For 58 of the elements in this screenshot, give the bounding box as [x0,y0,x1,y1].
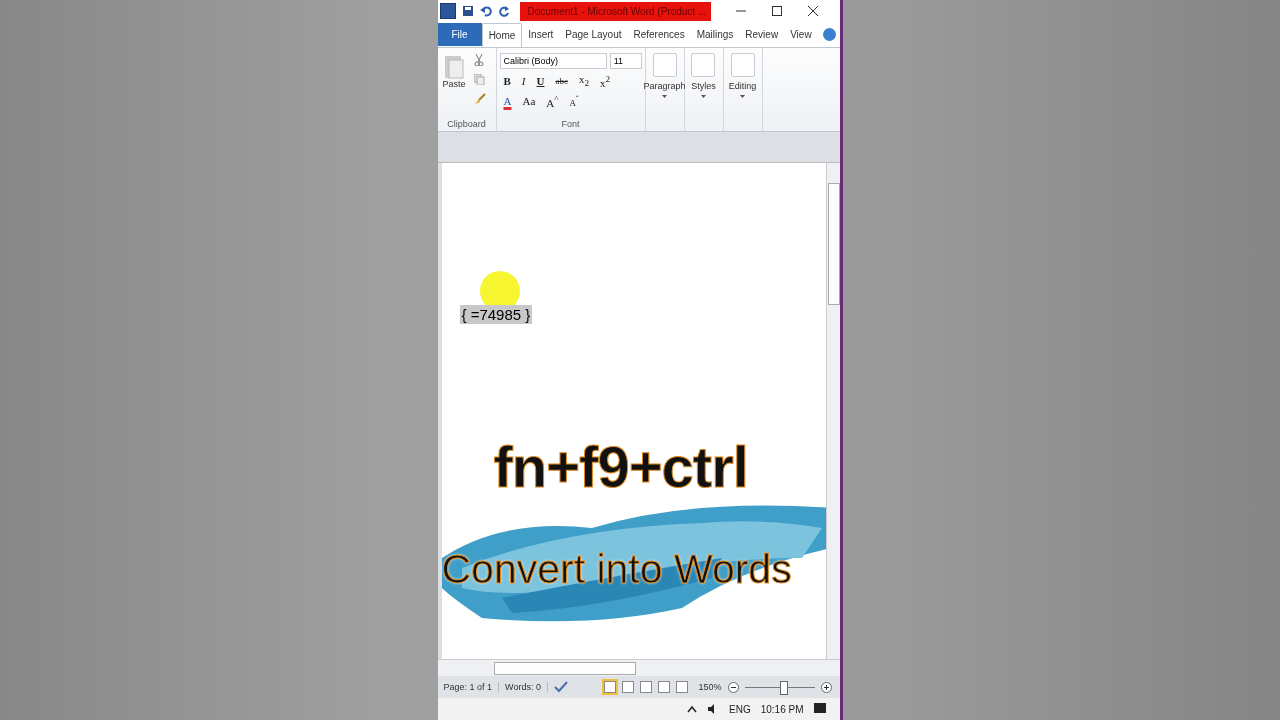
ribbon-tab[interactable]: View [784,23,818,46]
close-icon[interactable] [806,5,819,17]
chevron-up-icon[interactable] [687,705,697,713]
draft-icon[interactable] [676,681,689,693]
clipboard-icon [444,53,464,79]
redo-icon[interactable] [497,5,510,17]
font-name-field[interactable]: Calibri (Body) [499,53,607,69]
font-size-field[interactable]: 11 [609,53,642,69]
format-button[interactable]: A [499,94,516,108]
window-title: Document1 - Microsoft Word (Product ... [519,1,711,21]
format-button[interactable]: x$_{2}$ [574,72,594,90]
ribbon-tab[interactable]: Insert [522,23,560,46]
ribbon-group-button[interactable]: Styles [689,51,718,100]
zoom-slider[interactable] [780,680,788,695]
caret-icon [662,95,667,98]
format-button[interactable]: I [517,74,530,88]
ribbon-tab[interactable]: Mailings [690,23,740,46]
print-layout-icon[interactable] [604,681,617,693]
maximize-icon[interactable] [770,5,783,17]
ribbon-tab[interactable]: File [437,23,482,46]
format-button[interactable]: B [499,74,515,88]
format-button[interactable]: A$^{ˇ}$ [565,93,583,109]
horizontal-scrollbar[interactable] [437,659,840,676]
ribbon-tab[interactable]: Home [481,22,523,47]
ribbon-group-button[interactable]: Paragraph [641,51,688,100]
web-layout-icon[interactable] [640,681,653,693]
zoom-in-icon[interactable] [820,681,832,693]
word-logo-icon [439,3,456,19]
caption-text: fn+f9+ctrl [493,433,748,500]
group-label: Font [560,119,581,129]
ribbon-tab[interactable]: References [627,23,691,46]
zoom-level[interactable]: 150% [698,682,722,692]
group-label: Clipboard [446,119,487,129]
undo-icon[interactable] [479,5,492,17]
clock[interactable]: 10:16 PM [760,703,804,715]
format-button[interactable]: x$^{2}$ [596,72,615,90]
page-count[interactable]: Page: 1 of 1 [443,682,500,692]
ribbon-tab[interactable]: Review [739,23,785,46]
format-button[interactable]: Aa [518,94,540,108]
format-button[interactable]: A$^{^}$ [542,92,563,110]
caret-icon [701,95,706,98]
caret-icon [740,95,745,98]
field-code: { =74985 } [459,305,533,324]
language-indicator[interactable]: ENG [729,703,751,715]
proofing-icon[interactable] [553,681,568,693]
word-count[interactable]: Words: 0 [505,682,548,692]
zoom-out-icon[interactable] [727,681,739,693]
outline-icon[interactable] [658,681,671,693]
scissors-icon[interactable] [473,54,484,66]
ribbon-tab[interactable]: Page Layout [559,23,628,46]
save-icon[interactable] [461,5,474,17]
reading-view-icon[interactable] [622,681,635,693]
format-button[interactable]: abc [551,75,572,87]
paste-button[interactable]: Paste [440,51,468,105]
brush-icon[interactable] [473,93,486,105]
format-button[interactable]: U [532,74,549,88]
notification-icon[interactable] [813,703,826,715]
ribbon-group-button[interactable]: Editing [726,51,759,100]
